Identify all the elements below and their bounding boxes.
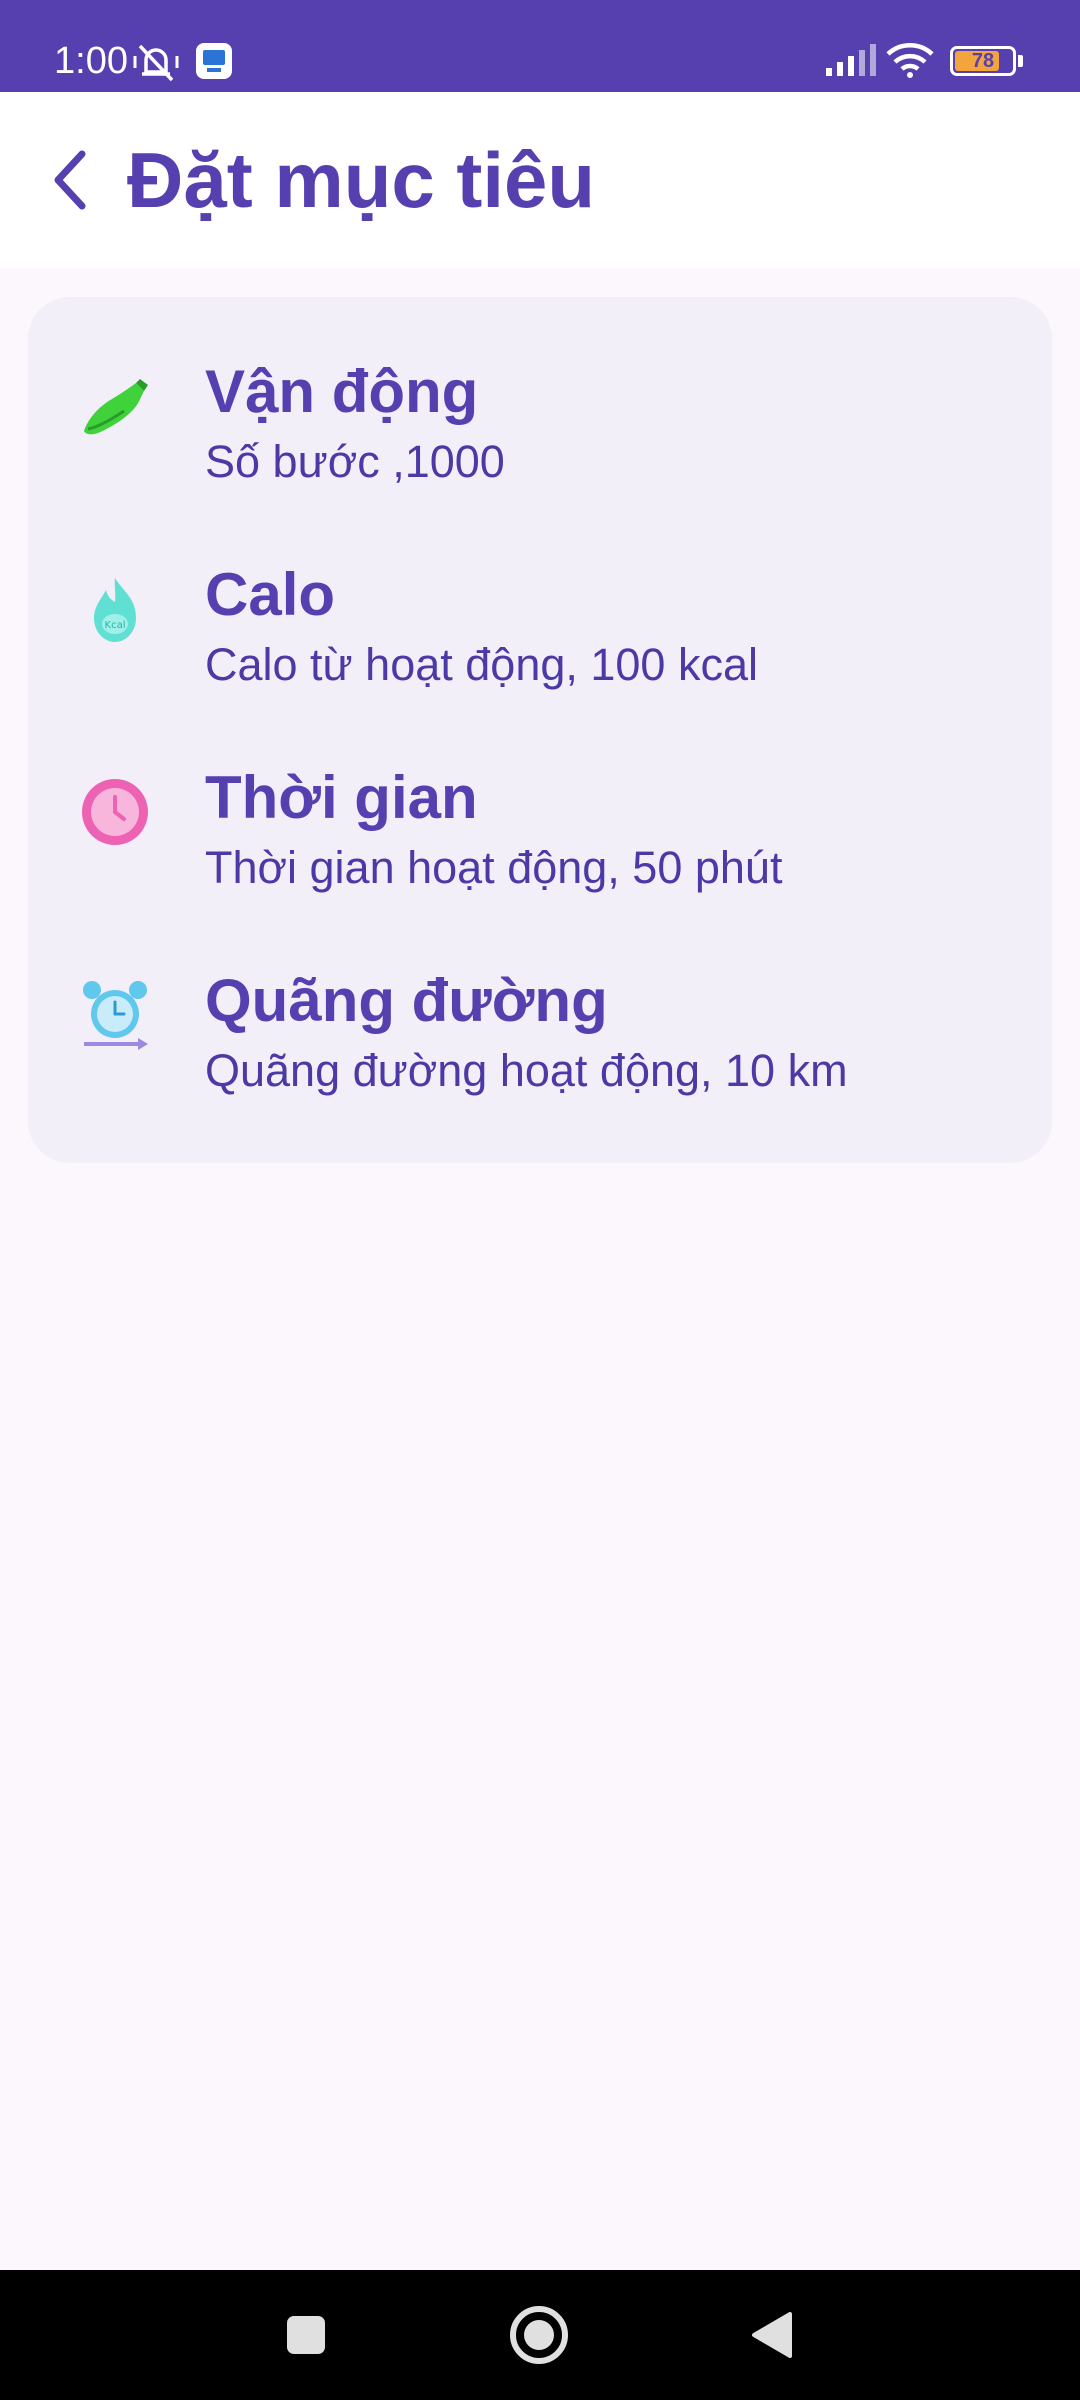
goal-item-distance[interactable]: Quãng đường Quãng đường hoạt động, 10 km	[28, 906, 1052, 1109]
app-notification-icon	[196, 43, 232, 79]
shoe-icon	[84, 379, 148, 435]
goal-item-calories[interactable]: Kcal Calo Calo từ hoạt động, 100 kcal	[28, 500, 1052, 703]
recents-square-icon	[287, 2316, 325, 2354]
goal-title: Calo	[205, 561, 336, 628]
goal-title: Quãng đường	[205, 967, 608, 1034]
chevron-left-icon	[54, 150, 86, 210]
clock-icon	[82, 779, 148, 845]
goal-subtitle: Quãng đường hoạt động, 10 km	[205, 1045, 848, 1096]
page-title: Đặt mục tiêu	[127, 136, 596, 224]
wifi-icon	[886, 43, 934, 78]
goal-subtitle: Calo từ hoạt động, 100 kcal	[205, 639, 758, 690]
goal-item-time[interactable]: Thời gian Thời gian hoạt động, 50 phút	[28, 703, 1052, 906]
home-circle-icon	[510, 2306, 568, 2364]
status-time: 1:00	[54, 40, 128, 82]
goal-subtitle: Thời gian hoạt động, 50 phút	[205, 842, 783, 893]
signal-icon	[826, 44, 876, 76]
goal-subtitle: Số bước ,1000	[205, 436, 505, 487]
goal-title: Thời gian	[205, 764, 478, 831]
battery-icon: 78	[950, 46, 1016, 76]
svg-text:Kcal: Kcal	[105, 620, 126, 631]
flame-icon: Kcal	[94, 578, 136, 642]
recents-button[interactable]	[261, 2290, 351, 2380]
app-bar: Đặt mục tiêu	[0, 92, 1080, 268]
system-nav-bar	[0, 2270, 1080, 2400]
mute-vibrate-icon	[133, 44, 179, 82]
battery-nub	[1018, 55, 1023, 67]
back-button[interactable]	[40, 137, 100, 223]
goals-card: Vận động Số bước ,1000 Kcal Calo Calo từ…	[28, 297, 1052, 1163]
back-triangle-icon	[752, 2312, 792, 2358]
home-button[interactable]	[494, 2290, 584, 2380]
battery-level: 78	[971, 50, 995, 72]
status-bar: 1:00 78	[0, 0, 1080, 92]
goal-title: Vận động	[205, 358, 479, 425]
goal-item-steps[interactable]: Vận động Số bước ,1000	[28, 297, 1052, 500]
alarm-distance-icon	[83, 981, 148, 1050]
nav-back-button[interactable]	[727, 2290, 817, 2380]
